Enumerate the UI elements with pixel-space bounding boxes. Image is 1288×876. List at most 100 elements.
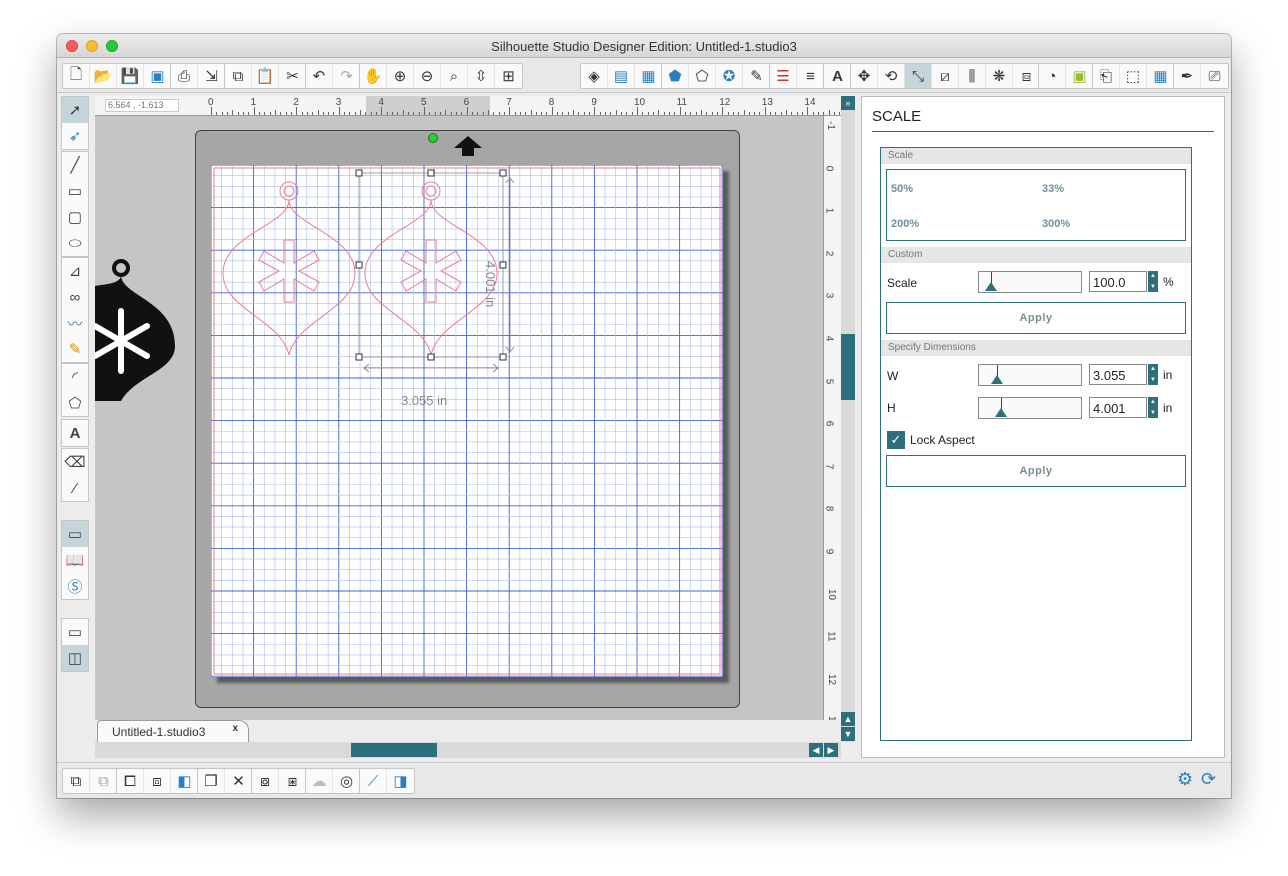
point-edit-icon[interactable]: ➶ — [62, 123, 88, 149]
resize-handle[interactable] — [499, 169, 507, 177]
redo-icon[interactable]: ↷ — [333, 64, 360, 88]
arc-icon[interactable]: ◜ — [62, 364, 88, 390]
scroll-left-icon[interactable]: ◀ — [809, 743, 823, 757]
release-compound-icon[interactable]: ⧈ — [144, 769, 171, 793]
delete-icon[interactable]: ✕ — [225, 769, 252, 793]
preset-200-button[interactable]: 200% — [891, 218, 919, 230]
split-panel-icon[interactable]: ◫ — [62, 645, 88, 671]
sketch-icon[interactable]: ✎ — [743, 64, 770, 88]
grid-icon[interactable]: ▦ — [1147, 64, 1174, 88]
resize-handle[interactable] — [355, 261, 363, 269]
apply-dimensions-button[interactable]: Apply — [886, 455, 1186, 487]
select-icon[interactable]: ➚ — [62, 97, 88, 123]
ornament-shape-black[interactable] — [95, 256, 179, 406]
scroll-right-icon[interactable]: ▶ — [824, 743, 838, 757]
print-cut-icon[interactable]: ⇲ — [198, 64, 225, 88]
send-icon[interactable]: ✒ — [1174, 64, 1201, 88]
design-canvas[interactable]: 6.564 , -1.613 0 1 2 3 4 5 6 7 8 9 10 11 12 13 14 -1 0 1… — [95, 96, 841, 720]
knife-icon[interactable]: ⁄ — [62, 475, 88, 501]
slider-knob[interactable] — [995, 408, 1007, 417]
scale-icon[interactable]: ⤡ — [905, 64, 932, 88]
regular-polygon-icon[interactable]: ⬠ — [62, 390, 88, 416]
replicate-icon[interactable]: ❋ — [986, 64, 1013, 88]
text-style-icon[interactable]: A — [824, 64, 851, 88]
line-color-icon[interactable]: ☰ — [770, 64, 797, 88]
weld-icon[interactable]: ⧇ — [252, 769, 279, 793]
bring-to-front-icon[interactable]: ◧ — [171, 769, 198, 793]
single-panel-icon[interactable]: ▭ — [62, 619, 88, 645]
rotate-icon[interactable]: ⟲ — [878, 64, 905, 88]
ornament-outline-right[interactable] — [364, 181, 498, 356]
scale-slider[interactable] — [978, 271, 1082, 293]
modify-icon[interactable]: ☁ — [306, 769, 333, 793]
apply-scale-button[interactable]: Apply — [886, 302, 1186, 334]
sync-icon[interactable]: ⟳ — [1201, 769, 1216, 790]
polygon-fill-icon[interactable]: ⬟ — [662, 64, 689, 88]
vertical-scrollbar[interactable]: » ▲ ▼ — [841, 96, 855, 742]
line-icon[interactable]: ╱ — [62, 152, 88, 178]
settings-gear-icon[interactable]: ⚙ — [1177, 769, 1193, 790]
trace-icon[interactable]: ◨ — [387, 769, 414, 793]
store-icon[interactable]: Ⓢ — [62, 573, 88, 599]
fit-page-icon[interactable]: ⊞ — [495, 64, 522, 88]
rectangle-icon[interactable]: ▭ — [62, 178, 88, 204]
zoom-drag-icon[interactable]: ⇳ — [468, 64, 495, 88]
undo-icon[interactable]: ↶ — [306, 64, 333, 88]
new-icon[interactable]: 🗋 — [63, 64, 90, 88]
send-to-silhouette-icon[interactable]: ⎚ — [1201, 64, 1228, 88]
zoom-in-icon[interactable]: ⊕ — [387, 64, 414, 88]
rounded-rectangle-icon[interactable]: ▢ — [62, 204, 88, 230]
group-icon[interactable]: ⧉ — [63, 769, 90, 793]
knife-icon[interactable]: ⟋ — [360, 769, 387, 793]
resize-handle[interactable] — [499, 261, 507, 269]
resize-handle[interactable] — [427, 169, 435, 177]
offset-icon[interactable]: ◎ — [333, 769, 360, 793]
scroll-up-icon[interactable]: ▲ — [841, 712, 855, 726]
resize-handle[interactable] — [427, 353, 435, 361]
scale-stepper[interactable]: ▲ ▼ — [1148, 271, 1158, 292]
ungroup-icon[interactable]: ⧉ — [90, 769, 117, 793]
design-view-icon[interactable]: ▭ — [62, 521, 88, 547]
width-slider[interactable] — [978, 364, 1082, 386]
vertical-scroll-thumb[interactable] — [841, 334, 855, 400]
height-slider[interactable] — [978, 397, 1082, 419]
shear-icon[interactable]: ⧄ — [932, 64, 959, 88]
width-input[interactable]: 3.055 — [1089, 364, 1147, 385]
expand-panel-icon[interactable]: » — [841, 96, 855, 110]
paste-icon[interactable]: 📋 — [252, 64, 279, 88]
width-stepper[interactable]: ▲ ▼ — [1148, 364, 1158, 385]
horizontal-scrollbar[interactable]: ◀ ▶ — [95, 742, 841, 758]
scroll-down-icon[interactable]: ▼ — [841, 727, 855, 741]
smooth-freehand-icon[interactable]: ✎ — [62, 336, 88, 362]
resize-handle[interactable] — [355, 353, 363, 361]
trace-icon[interactable]: ◔ — [1039, 64, 1066, 88]
pattern-icon[interactable]: ▦ — [635, 64, 662, 88]
height-input[interactable]: 4.001 — [1089, 397, 1147, 418]
curve-icon[interactable]: ∞ — [62, 284, 88, 310]
duplicate-icon[interactable]: ❐ — [198, 769, 225, 793]
zoom-selection-icon[interactable]: ⌕ — [441, 64, 468, 88]
slider-knob[interactable] — [985, 282, 997, 291]
align-icon[interactable]: ⫼ — [959, 64, 986, 88]
rotation-handle[interactable] — [428, 133, 438, 143]
scale-input[interactable]: 100.0 — [1089, 271, 1147, 292]
library-icon[interactable]: 📖 — [62, 547, 88, 573]
horizontal-scroll-thumb[interactable] — [351, 743, 437, 757]
polygon-line-icon[interactable]: ⬠ — [689, 64, 716, 88]
ellipse-icon[interactable]: ⬭ — [62, 230, 88, 256]
subtract-icon[interactable]: ⧆ — [279, 769, 306, 793]
height-stepper[interactable]: ▲ ▼ — [1148, 397, 1158, 418]
line-style-icon[interactable]: ≡ — [797, 64, 824, 88]
copy-icon[interactable]: ⧉ — [225, 64, 252, 88]
lock-aspect-checkbox[interactable]: ✓ — [887, 431, 905, 449]
freehand-icon[interactable]: 〰 — [62, 310, 88, 336]
slider-knob[interactable] — [991, 375, 1003, 384]
fill-icon[interactable]: ◈ — [581, 64, 608, 88]
pan-icon[interactable]: ✋ — [360, 64, 387, 88]
ornament-outline-left[interactable] — [222, 181, 356, 356]
open-icon[interactable]: 📂 — [90, 64, 117, 88]
cut-settings-icon[interactable]: ⬚ — [1120, 64, 1147, 88]
preset-33-button[interactable]: 33% — [1042, 183, 1064, 195]
print-icon[interactable]: ⎙ — [171, 64, 198, 88]
print-cut-settings-icon[interactable]: ▣ — [1066, 64, 1093, 88]
